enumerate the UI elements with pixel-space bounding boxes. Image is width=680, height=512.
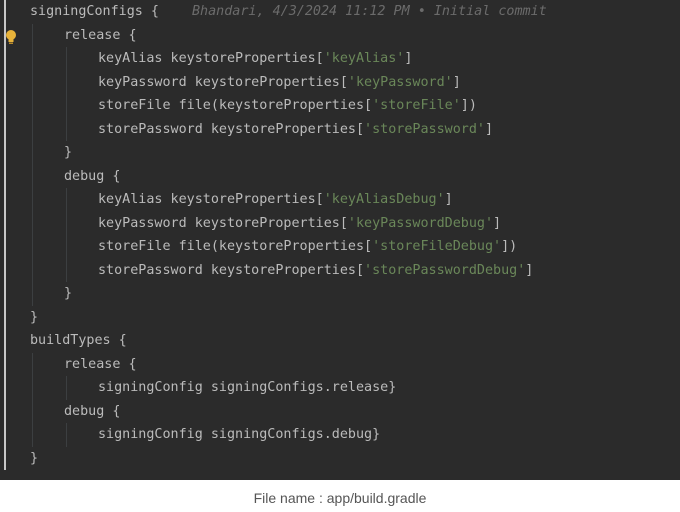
code-line[interactable]: } — [64, 141, 72, 164]
code-line[interactable]: storePassword keystoreProperties['storeP… — [98, 118, 493, 141]
code-line[interactable]: storePassword keystoreProperties['storeP… — [98, 259, 533, 282]
code-token: storeFile file(keystoreProperties[ — [98, 98, 373, 113]
code-line[interactable]: } — [30, 306, 38, 329]
code-line[interactable]: } — [30, 447, 38, 470]
string-literal: 'keyAliasDebug' — [323, 192, 445, 207]
code-editor[interactable]: signingConfigs { release { keyAlias keysto… — [0, 0, 680, 480]
code-token: debug { — [64, 403, 121, 419]
code-line[interactable]: release { — [64, 24, 137, 47]
code-token: release { — [64, 356, 137, 372]
code-token: ] — [484, 121, 494, 137]
indent-guide — [32, 352, 33, 447]
string-literal: 'storePassword' — [364, 121, 485, 137]
string-literal: 'keyPasswordDebug' — [347, 215, 494, 231]
code-line[interactable]: release { — [64, 353, 137, 376]
code-line[interactable]: keyAlias keystoreProperties['keyAlias'] — [98, 47, 412, 70]
code-token: signingConfigs { — [30, 4, 159, 19]
code-token: ] — [525, 262, 534, 278]
code-token: buildTypes { — [30, 333, 127, 348]
code-token: signingConfig signingConfigs.debug} — [98, 427, 381, 442]
code-token: } — [30, 309, 39, 325]
caret-gutter-bar — [4, 0, 6, 470]
code-line[interactable]: storeFile file(keystoreProperties['store… — [98, 235, 517, 258]
indent-guide — [66, 423, 67, 447]
code-line[interactable]: keyAlias keystoreProperties['keyAliasDeb… — [98, 188, 453, 211]
code-token: ] — [452, 74, 461, 90]
code-line[interactable]: signingConfig signingConfigs.debug} — [98, 423, 380, 446]
code-token: storePassword keystoreProperties[ — [98, 121, 365, 137]
code-line[interactable]: signingConfigs { — [30, 0, 159, 23]
code-token: storePassword keystoreProperties[ — [98, 262, 365, 278]
lightbulb-icon[interactable] — [5, 29, 17, 45]
string-literal: 'storeFileDebug' — [372, 239, 502, 254]
code-token: } — [64, 145, 73, 160]
indent-guide — [32, 23, 33, 306]
code-token: keyPassword keystoreProperties[ — [98, 215, 348, 231]
code-line[interactable]: signingConfig signingConfigs.release} — [98, 376, 396, 399]
code-line[interactable]: debug { — [64, 165, 120, 188]
file-name-caption: File name : app/build.gradle — [253, 490, 427, 506]
code-token: ] — [444, 192, 453, 207]
string-literal: 'storePasswordDebug' — [364, 262, 526, 278]
string-literal: 'storeFile' — [372, 98, 461, 113]
code-token: debug { — [64, 168, 121, 184]
code-token: signingConfig signingConfigs.release} — [98, 380, 397, 395]
code-line[interactable]: keyPassword keystoreProperties['keyPassw… — [98, 71, 461, 94]
indent-guide — [66, 188, 67, 282]
code-token: } — [64, 286, 73, 301]
code-line[interactable]: debug { — [64, 400, 120, 423]
code-line[interactable]: keyPassword keystoreProperties['keyPassw… — [98, 212, 501, 235]
git-blame-annotation: Bhandari, 4/3/2024 11:12 PM • Initial co… — [192, 4, 547, 19]
code-token: ] — [493, 215, 502, 231]
string-literal: 'keyAlias' — [323, 51, 405, 66]
code-token: release { — [64, 27, 137, 43]
code-token: ]) — [501, 239, 518, 254]
code-token: keyAlias keystoreProperties[ — [98, 192, 324, 207]
code-line[interactable]: } — [64, 282, 72, 305]
code-line[interactable]: buildTypes { — [30, 329, 127, 352]
code-token: } — [30, 450, 39, 466]
indent-guide — [66, 47, 67, 141]
indent-guide — [66, 376, 67, 400]
code-token: keyAlias keystoreProperties[ — [98, 51, 324, 66]
code-token: storeFile file(keystoreProperties[ — [98, 239, 373, 254]
code-token: ] — [404, 51, 413, 66]
code-line[interactable]: storeFile file(keystoreProperties['store… — [98, 94, 477, 117]
code-token: ]) — [460, 98, 477, 113]
code-token: keyPassword keystoreProperties[ — [98, 74, 348, 90]
string-literal: 'keyPassword' — [347, 74, 453, 90]
